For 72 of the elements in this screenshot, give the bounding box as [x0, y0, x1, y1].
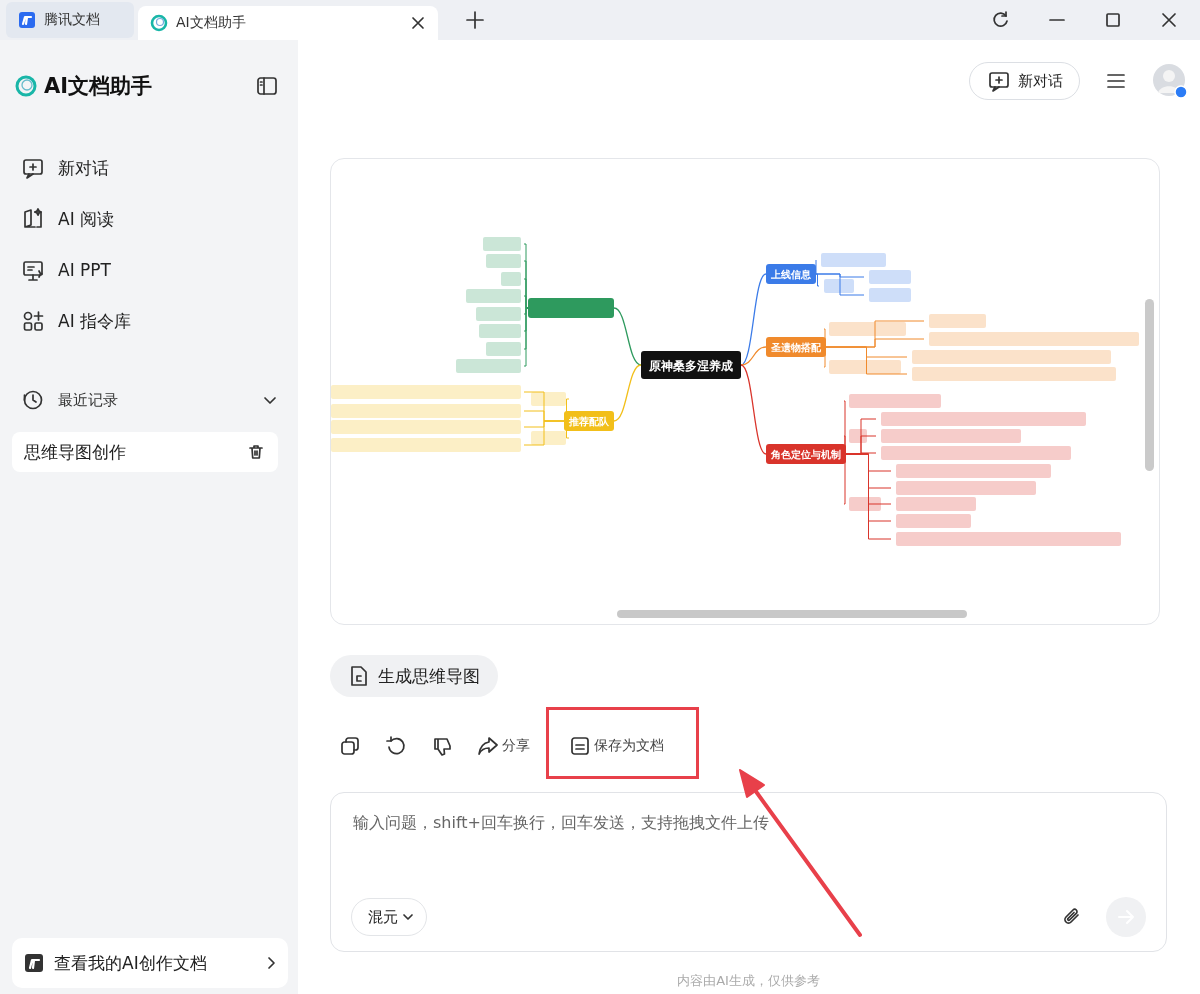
section-label: 最近记录 — [58, 390, 119, 410]
nav-item[interactable]: AI 指令库 — [12, 301, 278, 341]
model-selector[interactable]: 混元 — [351, 898, 427, 936]
message-input[interactable]: 输入问题，shift+回车换行，回车发送，支持拖拽文件上传 混元 — [330, 792, 1167, 952]
docs-logo-icon — [18, 11, 36, 29]
browser-tab[interactable]: 腾讯文档 — [6, 2, 134, 38]
mind-map-leaf — [849, 497, 881, 511]
docs-link[interactable]: 查看我的AI创作文档 — [12, 938, 288, 988]
mind-map-leaf — [869, 270, 911, 284]
close-icon[interactable] — [410, 15, 426, 31]
refresh-icon — [386, 736, 406, 756]
mind-map-leaf — [476, 307, 521, 321]
generate-mindmap-button[interactable]: 生成思维导图 — [330, 655, 498, 697]
mind-map-leaf — [929, 314, 986, 328]
avatar[interactable] — [1152, 63, 1188, 99]
chat-plus-icon — [22, 157, 44, 179]
menu-icon[interactable] — [1106, 71, 1126, 91]
refresh-icon[interactable] — [992, 11, 1010, 29]
disclaimer-text: 内容由AI生成，仅供参考 — [676, 972, 821, 990]
chat-plus-icon — [988, 70, 1010, 92]
nav-item[interactable]: 新对话 — [12, 148, 278, 188]
mind-map-leaf — [466, 289, 521, 303]
ring-logo-icon — [150, 14, 168, 32]
browser-tab[interactable]: AI文档助手 — [138, 6, 438, 40]
mind-map-leaf — [824, 279, 854, 293]
mind-map-leaf — [479, 324, 521, 338]
mind-map-node: 角色定位与机制 — [766, 444, 846, 464]
mind-map-node: 圣遗物搭配 — [766, 337, 826, 357]
slides-icon — [22, 259, 44, 281]
connector-line — [613, 364, 642, 422]
dislike-button[interactable] — [432, 736, 452, 756]
mind-map-leaf — [821, 253, 886, 267]
book-icon — [22, 208, 44, 230]
mind-map-node: 推荐配队 — [564, 411, 614, 431]
history-icon — [22, 389, 44, 411]
history-item[interactable]: 思维导图创作 — [12, 432, 278, 472]
scrollbar[interactable] — [1145, 299, 1154, 471]
docs-logo-icon — [24, 953, 44, 973]
mind-map-leaf — [829, 360, 901, 374]
mind-map-leaf — [869, 288, 911, 302]
mind-map-leaf — [486, 254, 521, 268]
share-button[interactable]: 分享 — [478, 736, 530, 756]
copy-button[interactable] — [340, 736, 360, 756]
nav-item[interactable]: AI 阅读 — [12, 199, 278, 239]
mind-map-node: 上线信息 — [766, 264, 816, 284]
maximize-icon[interactable] — [1104, 11, 1122, 29]
save-button[interactable]: 保存为文档 — [570, 736, 664, 756]
new-tab-icon[interactable] — [466, 11, 484, 29]
document-icon — [570, 736, 590, 756]
regenerate-button[interactable] — [386, 736, 406, 756]
sidebar-toggle-icon[interactable] — [256, 75, 278, 97]
mind-map-root: 原神桑多涅养成 — [641, 351, 741, 379]
attachment-icon[interactable] — [1062, 907, 1082, 927]
scrollbar[interactable] — [617, 610, 967, 618]
nav-item[interactable]: AI PPT — [12, 250, 278, 290]
mind-map-leaf — [501, 272, 521, 286]
trash-icon[interactable] — [248, 444, 264, 460]
copy-icon — [340, 736, 360, 756]
caret-icon — [402, 911, 414, 923]
document-icon — [348, 665, 370, 687]
mind-map-leaf — [456, 359, 521, 373]
app-title: AI文档助手 — [44, 73, 154, 100]
mind-map-leaf — [486, 342, 521, 356]
connector-line — [613, 307, 642, 366]
new-chat-button[interactable]: 新对话 — [969, 62, 1080, 100]
mind-map-leaf — [483, 237, 521, 251]
ring-logo-icon — [14, 74, 38, 98]
share-icon — [478, 736, 498, 756]
close-icon[interactable] — [1160, 11, 1178, 29]
grid-icon — [22, 310, 44, 332]
thumbs-down-icon — [432, 736, 452, 756]
mind-map-leaf — [531, 431, 566, 445]
